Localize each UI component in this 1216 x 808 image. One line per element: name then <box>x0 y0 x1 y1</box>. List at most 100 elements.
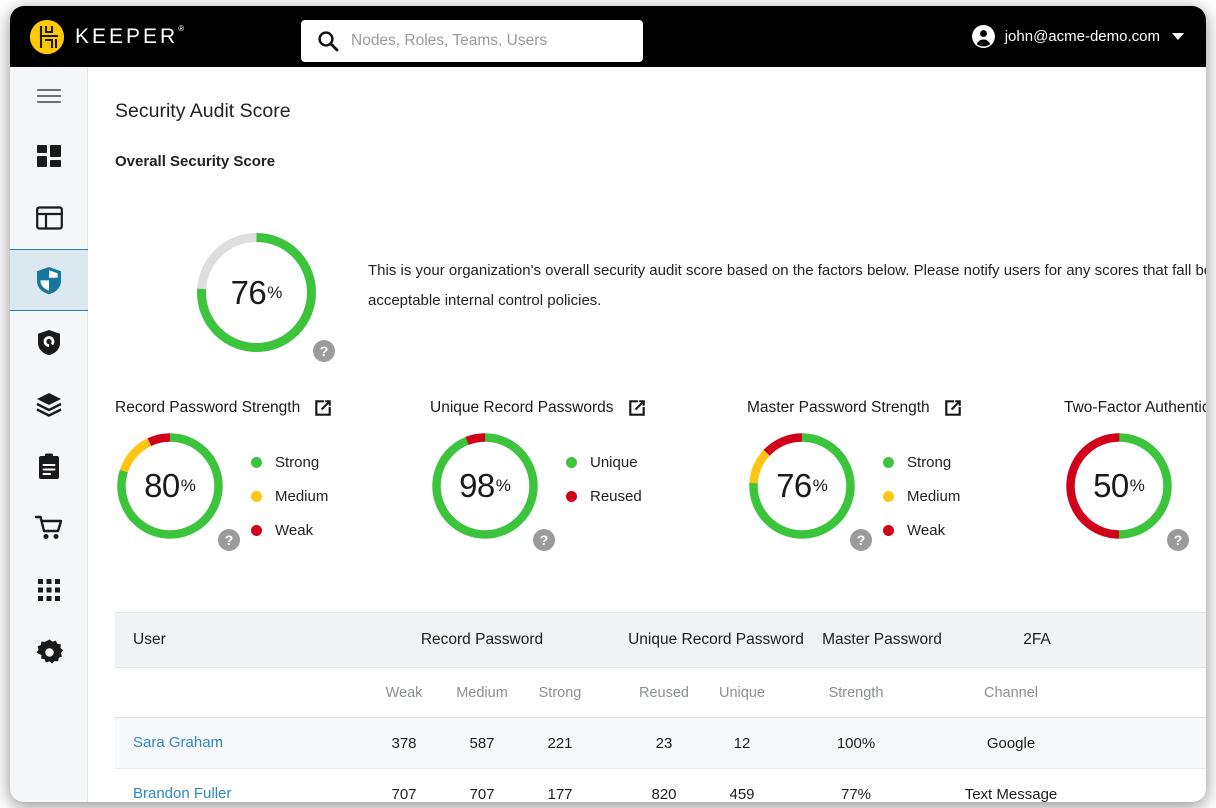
user-circle-icon <box>971 24 996 49</box>
metric-help-icon[interactable]: ? <box>1167 529 1189 551</box>
sidebar-item-breachwatch[interactable] <box>10 311 88 373</box>
overall-score-label: Overall Security Score <box>115 153 276 170</box>
sidebar-item-dashboard[interactable] <box>10 125 88 187</box>
cell-strong: 221 <box>547 734 573 752</box>
metric-body: 98% ? Unique Reused <box>430 431 646 551</box>
subheader-channel: Channel <box>983 684 1038 701</box>
metric-title: Unique Record Passwords <box>430 399 614 416</box>
apps-grid-icon <box>38 579 60 601</box>
metric-legend: Strong Medium Weak <box>251 445 328 547</box>
keeper-logo-text: KEEPER ® <box>75 23 188 48</box>
col-header-master-password: Master Password <box>822 631 942 648</box>
cell-channel: Google <box>986 734 1036 752</box>
user-link[interactable]: Sara Graham <box>133 734 223 751</box>
cell-medium: 707 <box>469 785 495 803</box>
top-bar: KEEPER® john@acme-demo.com <box>10 6 1206 67</box>
metric-percent: % <box>1129 476 1145 495</box>
chevron-down-icon[interactable] <box>1172 33 1184 40</box>
legend-label: Unique <box>590 453 638 471</box>
table-row[interactable]: Brandon Fuller 707 707 177 820 459 77% T… <box>115 769 1206 802</box>
shield-eye-icon <box>38 329 60 355</box>
cart-icon <box>35 515 63 539</box>
layers-icon <box>36 393 62 417</box>
cell-unique: 12 <box>733 734 751 752</box>
legend-item: Weak <box>883 513 960 547</box>
sidebar-item-security-audit[interactable] <box>10 249 88 311</box>
cell-user: Brandon Fuller <box>115 785 365 802</box>
metric-help-icon[interactable]: ? <box>850 529 872 551</box>
gear-icon <box>35 638 63 663</box>
sidebar <box>10 67 88 802</box>
legend-item: Medium <box>251 479 328 513</box>
user-link[interactable]: Brandon Fuller <box>133 785 231 802</box>
keeper-logo[interactable]: KEEPER ® <box>30 19 188 54</box>
legend-dot-unique <box>566 456 577 468</box>
cell-channel: Text Message <box>964 785 1058 803</box>
subheader-medium: Medium <box>456 684 508 701</box>
metric-title: Master Password Strength <box>747 399 930 416</box>
sidebar-item-settings[interactable] <box>10 621 88 683</box>
layout-panel-icon <box>35 206 63 230</box>
legend-item: Strong <box>883 445 960 479</box>
cell-user: Sara Graham <box>115 734 365 752</box>
metric-unique-record-passwords: Unique Record Passwords 98% ? Unique Reu… <box>430 399 646 551</box>
legend-dot-weak <box>251 524 262 536</box>
metric-value-wrap: 50% <box>1064 431 1174 541</box>
legend-item: Strong <box>251 445 328 479</box>
sidebar-item-reporting[interactable] <box>10 435 88 497</box>
overall-score-value: 76 <box>230 273 267 311</box>
legend-item: Reused <box>566 479 642 513</box>
table-row[interactable]: Sara Graham 378 587 221 23 12 100% Googl… <box>115 718 1206 769</box>
subheader-strong: Strong <box>538 684 582 701</box>
legend-item: Medium <box>883 479 960 513</box>
metric-body: 76% ? Strong Medium Weak <box>747 431 962 551</box>
record-password-strength-donut: 80% ? <box>115 431 240 551</box>
external-link-icon[interactable] <box>944 399 962 417</box>
keeper-logo-icon <box>30 19 64 54</box>
metric-help-icon[interactable]: ? <box>218 529 240 551</box>
legend-item: Unique <box>566 445 642 479</box>
legend-dot-medium <box>251 490 262 502</box>
legend-dot-reused <box>566 490 577 502</box>
metric-record-password-strength: Record Password Strength 80 % ? Strong M… <box>115 399 332 551</box>
master-password-strength-donut: 76% ? <box>747 431 872 551</box>
cell-reused: 820 <box>651 785 677 803</box>
overall-score-help-icon[interactable]: ? <box>313 340 335 362</box>
legend-label: Strong <box>907 453 952 471</box>
sidebar-item-menu-toggle[interactable] <box>10 67 88 125</box>
legend-label: Strong <box>275 453 320 471</box>
clipboard-icon <box>39 453 59 479</box>
metric-help-icon[interactable]: ? <box>533 529 555 551</box>
legend-label: Medium <box>907 487 961 505</box>
external-link-icon[interactable] <box>314 399 332 417</box>
metric-value: 76 <box>776 467 812 504</box>
hamburger-icon <box>36 88 62 104</box>
main-content: Security Audit Score Overall Security Sc… <box>89 67 1206 802</box>
sidebar-item-admin[interactable] <box>10 187 88 249</box>
metric-body: 80% ? Strong Medium Weak <box>115 431 332 551</box>
external-link-icon[interactable] <box>628 399 646 417</box>
subheader-strength: Strength <box>828 684 884 701</box>
metric-percent: % <box>180 476 196 495</box>
shield-icon <box>37 266 61 294</box>
col-header-2fa: 2FA <box>1023 631 1051 648</box>
metric-value: 98 <box>459 467 495 504</box>
metric-percent: % <box>812 476 828 495</box>
search-icon <box>317 30 339 52</box>
app-window: KEEPER® john@acme-demo.com <box>10 6 1206 802</box>
metric-legend: Strong Medium Weak <box>883 445 960 547</box>
sidebar-item-marketplace[interactable] <box>10 497 88 559</box>
account-menu[interactable]: john@acme-demo.com <box>971 6 1184 67</box>
metric-title: Two-Factor Authentication <box>1064 399 1206 416</box>
sidebar-item-nodes[interactable] <box>10 373 88 435</box>
search-input[interactable] <box>351 20 643 62</box>
metric-title-wrap: Record Password Strength <box>115 399 332 417</box>
overall-security-score-donut: 76% <box>194 230 319 355</box>
overall-score-value-wrap: 76% <box>194 230 319 355</box>
search-bar[interactable] <box>301 20 643 62</box>
sidebar-item-apps[interactable] <box>10 559 88 621</box>
overall-score-description: This is your organization's overall secu… <box>368 262 1206 309</box>
metric-title-wrap: Two-Factor Authentication <box>1064 399 1206 417</box>
metric-value-wrap: 76% <box>747 431 857 541</box>
subheader-reused: Reused <box>639 684 689 701</box>
